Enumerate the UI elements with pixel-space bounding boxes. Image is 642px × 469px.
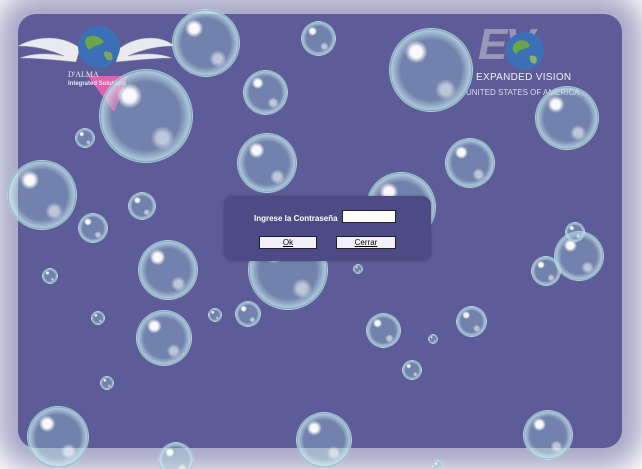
close-button[interactable]: Cerrar bbox=[336, 236, 396, 249]
bubble bbox=[243, 70, 288, 115]
bubble bbox=[366, 313, 401, 348]
dalma-name: D'ALMA bbox=[68, 70, 99, 79]
ev-name: EXPANDED VISION bbox=[476, 72, 572, 83]
bubble bbox=[301, 21, 336, 56]
ok-button[interactable]: Ok bbox=[259, 236, 317, 249]
bubble bbox=[42, 268, 58, 284]
bubble bbox=[402, 360, 422, 380]
password-label: Ingrese la Contraseña bbox=[254, 214, 338, 223]
bubble bbox=[100, 376, 114, 390]
bubble bbox=[27, 406, 89, 468]
bubble bbox=[432, 460, 444, 469]
bubble bbox=[78, 213, 108, 243]
bubble bbox=[128, 192, 156, 220]
password-input[interactable] bbox=[342, 210, 396, 223]
bubble bbox=[296, 412, 352, 468]
bubble bbox=[99, 69, 193, 163]
bubble bbox=[535, 86, 599, 150]
bubble bbox=[172, 9, 240, 77]
globe-icon bbox=[506, 32, 544, 70]
bubble bbox=[531, 256, 561, 286]
bubble bbox=[237, 133, 297, 193]
bubble bbox=[456, 306, 487, 337]
password-dialog: Ingrese la Contraseña Ok Cerrar bbox=[224, 196, 431, 261]
login-screen: D'ALMA Integrated Solutions EV EXPANDED … bbox=[0, 0, 642, 469]
bubble bbox=[7, 160, 77, 230]
bubble bbox=[91, 311, 105, 325]
bubble bbox=[235, 301, 261, 327]
bubble bbox=[389, 28, 473, 112]
bubble bbox=[353, 264, 363, 274]
bubble bbox=[75, 128, 95, 148]
bubble bbox=[565, 222, 585, 242]
bubble bbox=[523, 410, 573, 460]
bubble bbox=[428, 334, 438, 344]
bubble bbox=[445, 138, 495, 188]
bubble bbox=[208, 308, 222, 322]
bubble bbox=[136, 310, 192, 366]
bubble bbox=[138, 240, 198, 300]
